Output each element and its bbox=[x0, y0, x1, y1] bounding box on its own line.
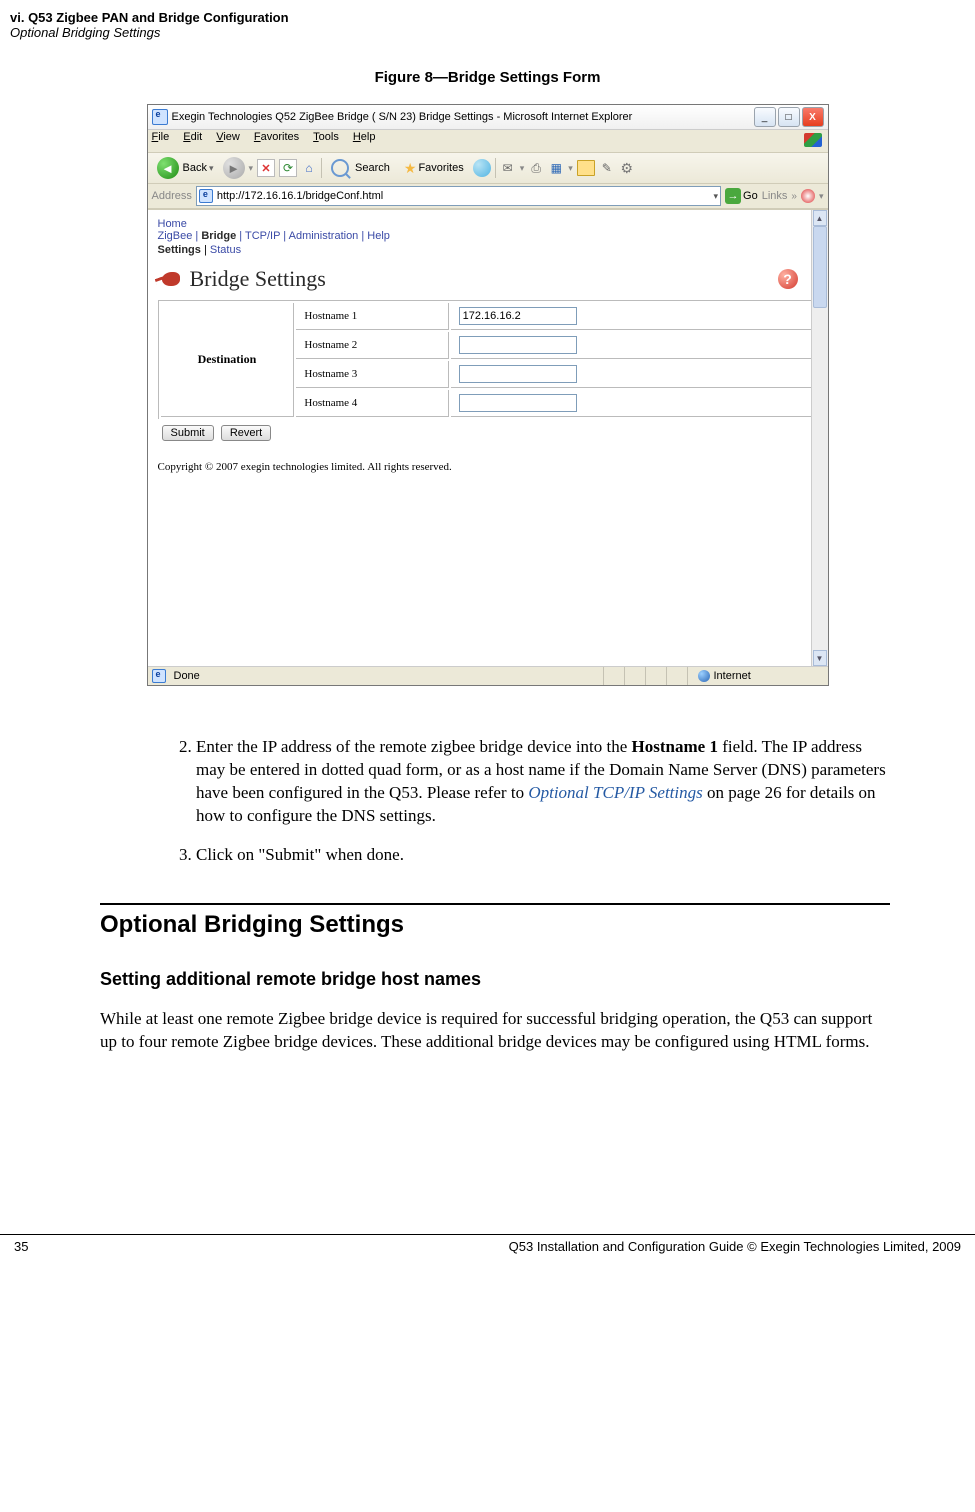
search-icon bbox=[331, 159, 349, 177]
forward-button[interactable]: ► bbox=[223, 157, 245, 179]
status-page-icon bbox=[152, 669, 166, 683]
minimize-button[interactable]: _ bbox=[754, 107, 776, 127]
page-heading-row: Bridge Settings ? bbox=[158, 266, 818, 292]
footer-text: Q53 Installation and Configuration Guide… bbox=[509, 1239, 961, 1254]
nav-settings[interactable]: Settings bbox=[158, 244, 201, 256]
hostname1-input[interactable] bbox=[459, 307, 577, 325]
close-button[interactable]: X bbox=[802, 107, 824, 127]
ie-page-icon bbox=[152, 109, 168, 125]
nav-home[interactable]: Home bbox=[158, 218, 187, 230]
hostname1-label: Hostname 1 bbox=[296, 303, 448, 330]
settings-icon[interactable]: ⚙ bbox=[619, 160, 635, 176]
page-content: Home ZigBee | Bridge | TCP/IP | Administ… bbox=[148, 209, 828, 666]
nav-tcpip[interactable]: TCP/IP bbox=[245, 230, 280, 242]
section-divider bbox=[100, 903, 890, 905]
status-bar: Done Internet bbox=[148, 666, 828, 685]
toolbar: ◄ Back ▾ ► ▾ ✕ ⟳ ⌂ Search ★Favorites ✉▾ … bbox=[148, 153, 828, 184]
breadcrumb-row2: Settings | Status bbox=[158, 244, 818, 256]
menu-bar: File Edit View Favorites Tools Help bbox=[148, 130, 828, 153]
exegin-logo-icon bbox=[158, 268, 184, 290]
scrollbar[interactable]: ▲ ▼ bbox=[811, 210, 828, 666]
link-optional-tcpip[interactable]: Optional TCP/IP Settings bbox=[528, 783, 702, 802]
menu-view[interactable]: View bbox=[216, 131, 240, 151]
hostname3-label: Hostname 3 bbox=[296, 361, 448, 388]
menu-file[interactable]: File bbox=[152, 131, 170, 151]
go-button[interactable]: →Go bbox=[725, 188, 758, 204]
menu-help[interactable]: Help bbox=[353, 131, 376, 151]
refresh-icon[interactable]: ⟳ bbox=[279, 159, 297, 177]
browser-window: Exegin Technologies Q52 ZigBee Bridge ( … bbox=[147, 104, 829, 686]
subsection-heading: Setting additional remote bridge host na… bbox=[100, 969, 975, 990]
page-header: vi. Q53 Zigbee PAN and Bridge Configurat… bbox=[0, 0, 975, 44]
address-bar: Address http://172.16.16.1/bridgeConf.ht… bbox=[148, 184, 828, 209]
hostname4-input[interactable] bbox=[459, 394, 577, 412]
menu-edit[interactable]: Edit bbox=[183, 131, 202, 151]
menu-favorites[interactable]: Favorites bbox=[254, 131, 299, 151]
address-label: Address bbox=[152, 190, 192, 202]
stop-icon[interactable]: ✕ bbox=[257, 159, 275, 177]
discuss-icon[interactable]: ✎ bbox=[599, 160, 615, 176]
address-url: http://172.16.16.1/bridgeConf.html bbox=[217, 190, 383, 202]
help-icon[interactable]: ? bbox=[778, 269, 798, 289]
submit-button[interactable]: Submit bbox=[162, 425, 214, 441]
addon-icon[interactable] bbox=[801, 189, 815, 203]
search-button[interactable]: Search bbox=[326, 156, 395, 180]
history-icon[interactable] bbox=[473, 159, 491, 177]
scroll-thumb[interactable] bbox=[813, 226, 827, 308]
revert-button[interactable]: Revert bbox=[221, 425, 271, 441]
nav-admin[interactable]: Administration bbox=[289, 230, 359, 242]
links-label[interactable]: Links bbox=[762, 190, 788, 202]
section-heading: Optional Bridging Settings bbox=[100, 911, 975, 939]
nav-help[interactable]: Help bbox=[367, 230, 390, 242]
step-2: Enter the IP address of the remote zigbe… bbox=[196, 736, 890, 828]
print-icon[interactable]: ⎙ bbox=[528, 160, 544, 176]
page-footer: 35 Q53 Installation and Configuration Gu… bbox=[0, 1234, 975, 1264]
breadcrumb-row1: Home ZigBee | Bridge | TCP/IP | Administ… bbox=[158, 218, 818, 242]
address-input[interactable]: http://172.16.16.1/bridgeConf.html ▾ bbox=[196, 186, 721, 206]
edit-icon[interactable]: ▦ bbox=[548, 160, 564, 176]
nav-bridge[interactable]: Bridge bbox=[201, 230, 236, 242]
hostname3-input[interactable] bbox=[459, 365, 577, 383]
folder-icon[interactable] bbox=[577, 160, 595, 176]
back-button[interactable]: ◄ Back ▾ bbox=[152, 156, 219, 180]
section-subtitle: Optional Bridging Settings bbox=[10, 25, 975, 40]
window-title: Exegin Technologies Q52 ZigBee Bridge ( … bbox=[172, 111, 633, 123]
instruction-list: Enter the IP address of the remote zigbe… bbox=[170, 736, 890, 867]
nav-zigbee[interactable]: ZigBee bbox=[158, 230, 193, 242]
hostname2-input[interactable] bbox=[459, 336, 577, 354]
section-paragraph: While at least one remote Zigbee bridge … bbox=[100, 1008, 890, 1054]
favorites-button[interactable]: ★Favorites bbox=[399, 156, 469, 180]
nav-status[interactable]: Status bbox=[210, 244, 241, 256]
page-number: 35 bbox=[14, 1239, 28, 1254]
hostname2-label: Hostname 2 bbox=[296, 332, 448, 359]
title-bar: Exegin Technologies Q52 ZigBee Bridge ( … bbox=[148, 105, 828, 130]
hostname4-label: Hostname 4 bbox=[296, 390, 448, 417]
status-zone: Internet bbox=[714, 670, 751, 682]
scroll-down-icon[interactable]: ▼ bbox=[813, 650, 827, 666]
scroll-up-icon[interactable]: ▲ bbox=[813, 210, 827, 226]
page-heading: Bridge Settings bbox=[190, 266, 326, 292]
page-icon bbox=[199, 189, 213, 203]
destination-label: Destination bbox=[161, 303, 295, 417]
destination-table: Destination Hostname 1 Hostname 2 Hostna… bbox=[158, 300, 818, 419]
maximize-button[interactable]: □ bbox=[778, 107, 800, 127]
status-done: Done bbox=[174, 670, 200, 682]
star-icon: ★ bbox=[404, 160, 417, 177]
home-icon[interactable]: ⌂ bbox=[301, 160, 317, 176]
copyright-text: Copyright © 2007 exegin technologies lim… bbox=[158, 461, 818, 473]
menu-tools[interactable]: Tools bbox=[313, 131, 339, 151]
mail-icon[interactable]: ✉ bbox=[500, 160, 516, 176]
step-3: Click on "Submit" when done. bbox=[196, 844, 890, 867]
figure-caption: Figure 8—Bridge Settings Form bbox=[0, 69, 975, 86]
internet-zone-icon bbox=[698, 670, 710, 682]
ie-throbber-icon bbox=[804, 131, 824, 151]
chapter-title: vi. Q53 Zigbee PAN and Bridge Configurat… bbox=[10, 10, 975, 25]
